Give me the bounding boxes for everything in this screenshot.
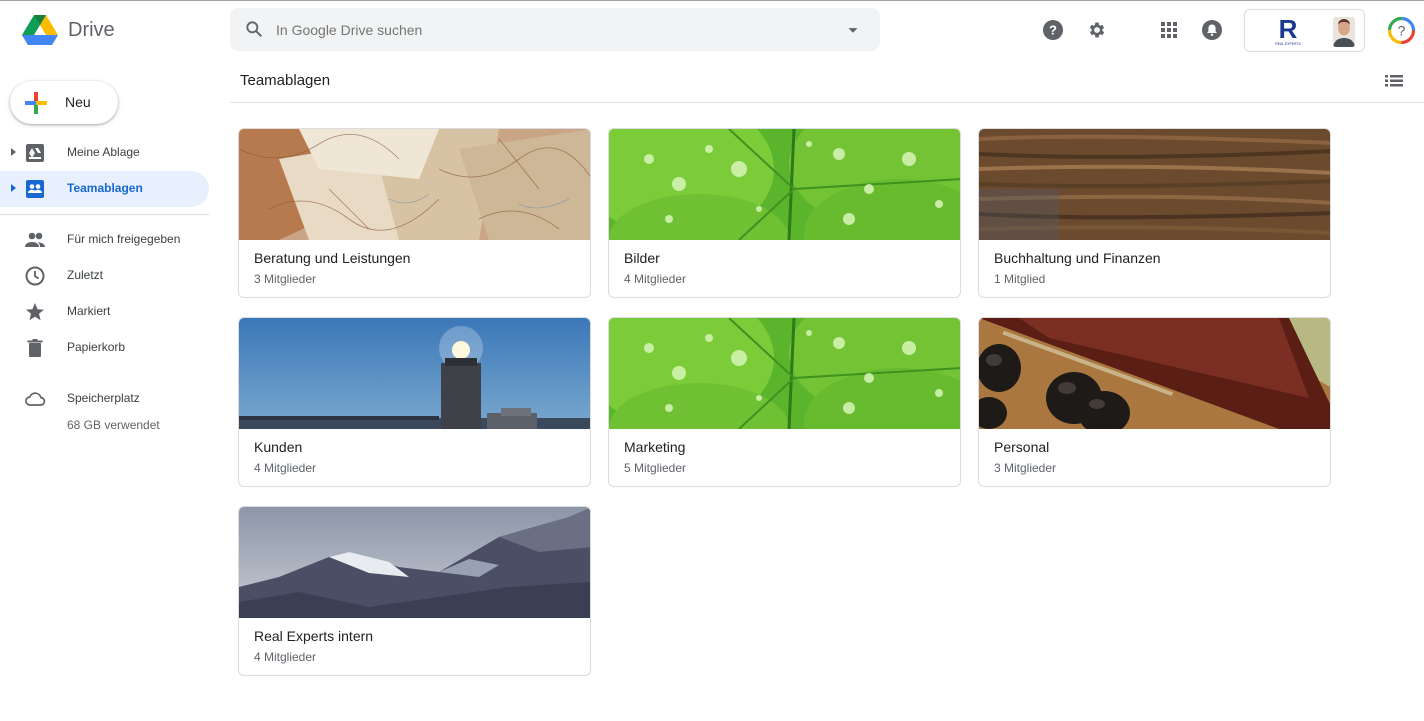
app-name[interactable]: Drive	[68, 19, 115, 42]
card-title: Real Experts intern	[254, 628, 374, 644]
svg-text:R: R	[1279, 16, 1298, 44]
shared-drive-card[interactable]: Kunden 4 Mitglieder	[238, 317, 591, 487]
star-icon	[26, 303, 44, 321]
storage-usage: 68 GB verwendet	[67, 418, 160, 432]
sidebar-divider	[0, 214, 209, 215]
card-banner-image	[609, 129, 960, 240]
help-icon[interactable]: ?	[1043, 20, 1063, 40]
card-banner-image	[239, 318, 590, 429]
card-title: Beratung und Leistungen	[254, 250, 411, 266]
card-banner-image	[609, 318, 960, 429]
shared-drive-card[interactable]: Real Experts intern 4 Mitglieder	[238, 506, 591, 676]
shared-drive-card[interactable]: Bilder 4 Mitglieder	[608, 128, 961, 298]
cloud-icon	[25, 392, 46, 406]
card-member-count: 4 Mitglieder	[254, 650, 317, 664]
svg-text:?: ?	[1398, 23, 1406, 39]
sidebar-item-starred[interactable]: Markiert	[0, 294, 209, 330]
list-view-icon[interactable]	[1385, 73, 1403, 89]
svg-text:?: ?	[1049, 23, 1057, 38]
new-button-label: Neu	[65, 94, 91, 110]
sidebar-item-label: Meine Ablage	[67, 145, 140, 159]
avatar[interactable]	[1333, 17, 1355, 47]
real-experts-logo-icon: R REAL EXPERTS	[1275, 16, 1301, 46]
clock-icon	[25, 266, 45, 286]
plus-icon	[25, 92, 47, 114]
expand-arrow-icon[interactable]	[11, 148, 16, 156]
people-icon	[25, 232, 45, 247]
sidebar-item-shared-with-me[interactable]: Für mich freigegeben	[0, 222, 209, 258]
shared-drive-card[interactable]: Beratung und Leistungen 3 Mitglieder	[238, 128, 591, 298]
drive-logo-icon[interactable]	[22, 14, 58, 46]
card-banner-image	[239, 507, 590, 618]
search-bar[interactable]	[230, 8, 880, 51]
shared-drive-card[interactable]: Personal 3 Mitglieder	[978, 317, 1331, 487]
sidebar-item-label: Papierkorb	[67, 340, 126, 354]
sidebar-item-label: Speicherplatz	[67, 391, 140, 405]
sidebar-item-trash[interactable]: Papierkorb	[0, 330, 209, 366]
sidebar-item-storage[interactable]: Speicherplatz	[0, 381, 209, 417]
search-options-dropdown-icon[interactable]	[842, 19, 864, 41]
card-title: Personal	[994, 439, 1050, 455]
sidebar-item-label: Zuletzt	[67, 268, 104, 282]
shared-drive-card[interactable]: Marketing 5 Mitglieder	[608, 317, 961, 487]
card-member-count: 4 Mitglieder	[624, 272, 687, 286]
card-member-count: 4 Mitglieder	[254, 461, 317, 475]
card-title: Marketing	[624, 439, 686, 455]
svg-text:REAL EXPERTS: REAL EXPERTS	[1275, 42, 1301, 46]
card-banner-image	[979, 129, 1330, 240]
card-banner-image	[239, 129, 590, 240]
expand-arrow-icon[interactable]	[11, 184, 16, 192]
card-member-count: 3 Mitglieder	[994, 461, 1057, 475]
top-bar: Drive ? R REAL EXPERTS	[0, 1, 1424, 61]
sidebar-item-label: Für mich freigegeben	[67, 232, 181, 246]
drive-icon	[26, 144, 44, 162]
search-input[interactable]	[276, 8, 836, 51]
main-divider	[230, 102, 1424, 103]
search-icon[interactable]	[244, 19, 264, 39]
apps-grid-icon[interactable]	[1159, 20, 1179, 40]
card-title: Bilder	[624, 250, 660, 266]
card-title: Buchhaltung und Finanzen	[994, 250, 1161, 266]
help-ring-icon[interactable]: ?	[1387, 16, 1416, 45]
trash-icon	[27, 339, 43, 357]
notifications-icon[interactable]	[1202, 20, 1222, 40]
settings-icon[interactable]	[1087, 20, 1107, 40]
sidebar-item-label: Markiert	[67, 304, 111, 318]
shared-drive-card[interactable]: Buchhaltung und Finanzen 1 Mitglied	[978, 128, 1331, 298]
sidebar-item-label: Teamablagen	[67, 181, 143, 195]
shared-drives-icon	[26, 180, 44, 198]
sidebar-item-recent[interactable]: Zuletzt	[0, 258, 209, 294]
card-title: Kunden	[254, 439, 303, 455]
sidebar-item-shared-drives[interactable]: Teamablagen	[0, 171, 209, 207]
sidebar-item-my-drive[interactable]: Meine Ablage	[0, 135, 209, 171]
new-button[interactable]: Neu	[10, 81, 118, 124]
card-member-count: 3 Mitglieder	[254, 272, 317, 286]
card-member-count: 1 Mitglied	[994, 272, 1046, 286]
card-member-count: 5 Mitglieder	[624, 461, 687, 475]
card-banner-image	[979, 318, 1330, 429]
page-title: Teamablagen	[240, 72, 331, 89]
account-switcher[interactable]: R REAL EXPERTS	[1244, 9, 1365, 52]
